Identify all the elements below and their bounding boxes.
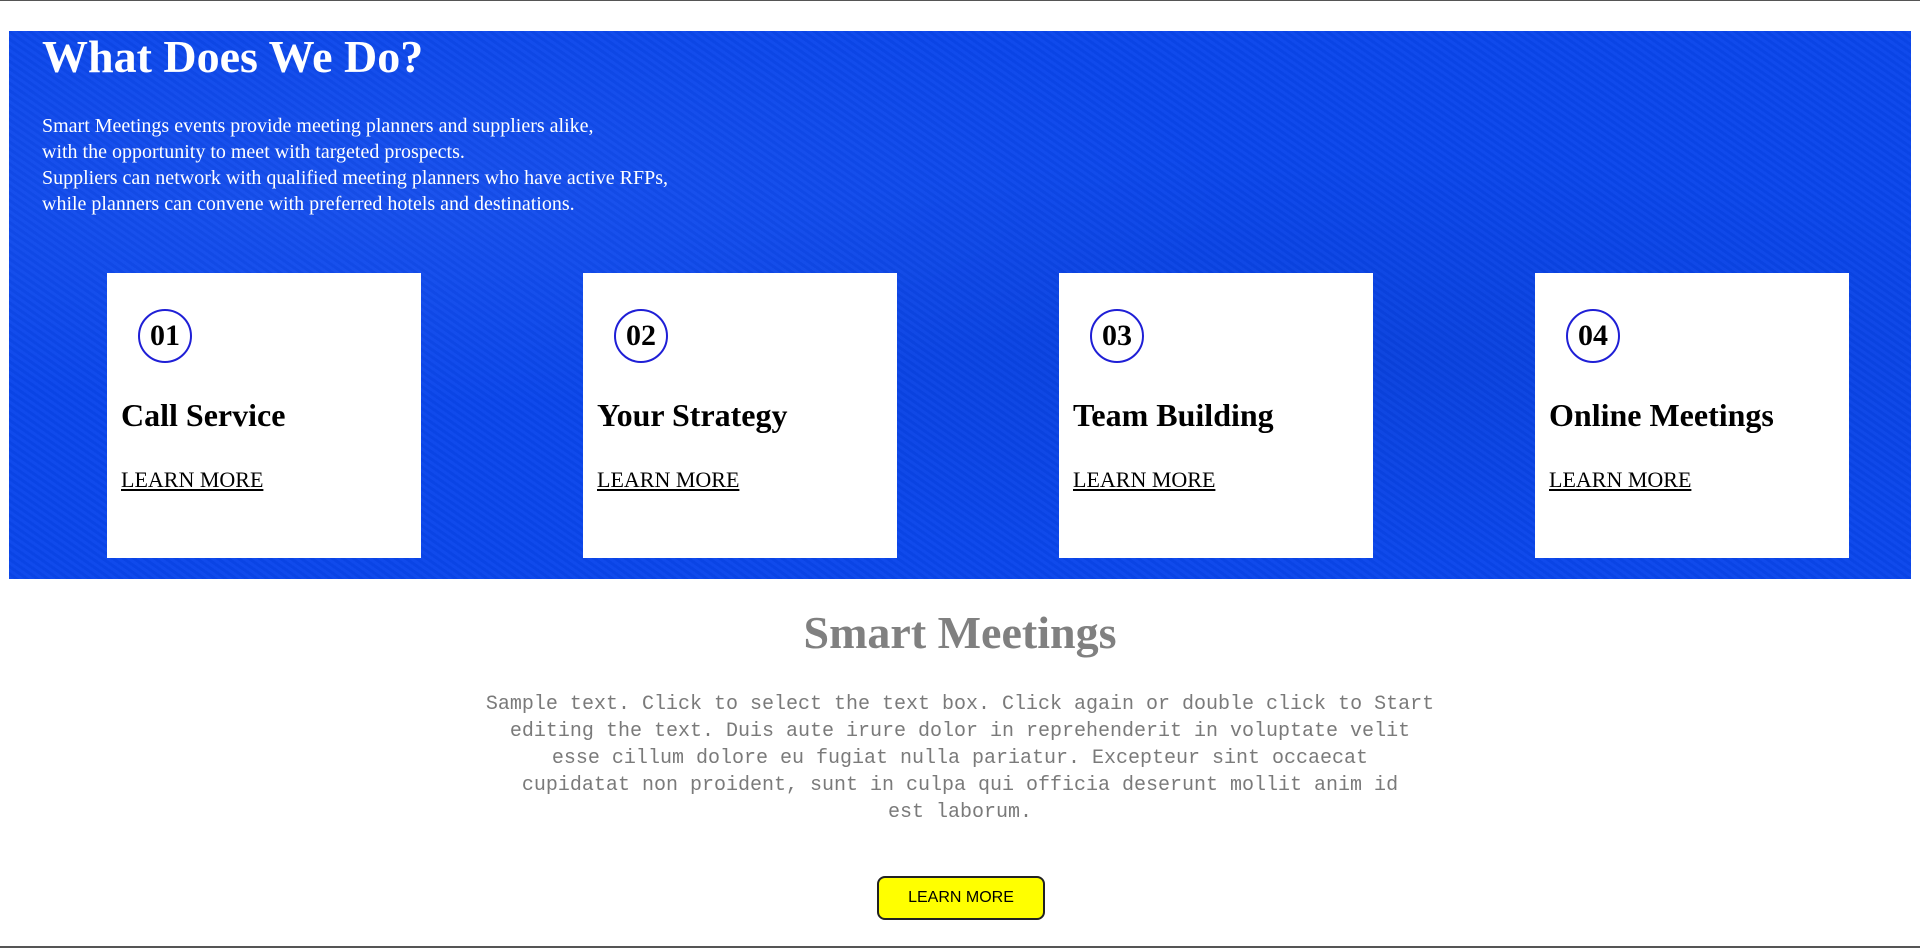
card-title: Your Strategy (597, 397, 788, 433)
card-learn-more-link[interactable]: LEARN MORE (597, 467, 739, 493)
card-title: Online Meetings (1549, 397, 1774, 433)
service-card-online-meetings: 04 Online Meetings LEARN MORE (1535, 273, 1849, 558)
section-text-line: cupidatat non proident, sunt in culpa qu… (521, 774, 1399, 797)
service-card-team-building: 03 Team Building LEARN MORE (1059, 273, 1373, 558)
section-body-text: Sample text. Click to select the text bo… (460, 691, 1460, 826)
section-text-line: esse cillum dolore eu fugiat nulla paria… (551, 747, 1369, 770)
hero-description: Smart Meetings events provide meeting pl… (42, 113, 802, 217)
hero-description-line: Suppliers can network with qualified mee… (42, 167, 668, 189)
card-number-badge: 01 (138, 309, 192, 363)
card-number-badge: 03 (1090, 309, 1144, 363)
learn-more-button[interactable]: LEARN MORE (877, 876, 1045, 920)
card-title: Call Service (121, 397, 286, 433)
service-card-your-strategy: 02 Your Strategy LEARN MORE (583, 273, 897, 558)
card-title: Team Building (1073, 397, 1274, 433)
card-number-badge: 04 (1566, 309, 1620, 363)
section-text-line: est laborum. (887, 801, 1033, 824)
card-learn-more-link[interactable]: LEARN MORE (121, 467, 263, 493)
hero-title: What Does We Do? (42, 31, 424, 82)
hero-description-line: Smart Meetings events provide meeting pl… (42, 115, 594, 137)
section-text-line: Sample text. Click to select the text bo… (485, 693, 1435, 716)
service-card-call-service: 01 Call Service LEARN MORE (107, 273, 421, 558)
card-number-badge: 02 (614, 309, 668, 363)
hero-description-line: while planners can convene with preferre… (42, 193, 575, 215)
section-text-line: editing the text. Duis aute irure dolor … (509, 720, 1411, 743)
hero-description-line: with the opportunity to meet with target… (42, 141, 465, 163)
card-learn-more-link[interactable]: LEARN MORE (1549, 467, 1691, 493)
services-hero-section: What Does We Do? Smart Meetings events p… (9, 31, 1911, 579)
card-learn-more-link[interactable]: LEARN MORE (1073, 467, 1215, 493)
section-title: Smart Meetings (803, 607, 1117, 658)
top-divider (0, 0, 1920, 1)
